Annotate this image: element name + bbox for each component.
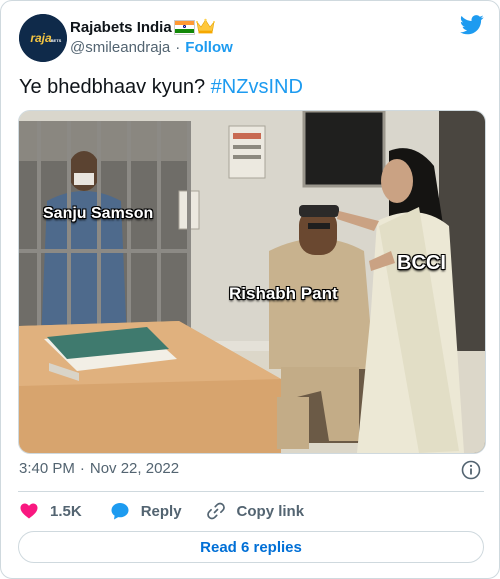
meme-photo [19,111,485,453]
reply-bubble-icon [111,503,129,520]
meme-label-right: BCCI [397,252,446,274]
action-bar: 1.5K Reply Copy link [19,498,304,524]
read-replies-button[interactable]: Read 6 replies [18,531,484,563]
like-button[interactable]: 1.5K [19,501,82,521]
avatar-logo-subtext: BETS [51,38,62,43]
handle[interactable]: @smileandraja [70,39,170,56]
heart-icon [20,503,38,519]
tweet-media-image[interactable]: Sanju Samson Rishabh Pant BCCI [18,110,486,454]
twitter-bird-icon[interactable] [460,15,484,35]
tweet-date: Nov 22, 2022 [89,460,180,477]
meme-label-left: Sanju Samson [43,205,154,222]
tweet-text: Ye bhedbhaav kyun? #NZvsIND [19,74,303,100]
reply-button[interactable]: Reply [110,501,182,521]
tweet-body: Ye bhedbhaav kyun? [19,76,211,98]
avatar-logo-text: raja [30,31,52,45]
avatar[interactable]: raja BETS [19,14,67,62]
like-count: 1.5K [50,502,82,520]
indian-flag-icon [173,19,195,35]
link-icon [206,502,225,520]
divider [18,491,484,492]
tweet-time: 3:40 PM [19,460,75,477]
follow-button[interactable]: Follow [185,39,233,56]
separator-dot: · [175,39,181,56]
timestamp-row[interactable]: 3:40 PM · Nov 22, 2022 [19,460,179,477]
display-name[interactable]: Rajabets India [70,19,172,36]
name-row: Rajabets India [70,17,215,37]
hashtag-link[interactable]: #NZvsIND [211,76,303,98]
tweet-card: raja BETS Rajabets India @smileandraja ·… [0,0,500,579]
read-replies-label: Read 6 replies [200,538,302,556]
copy-link-button[interactable]: Copy link [206,501,305,521]
meme-label-center: Rishabh Pant [229,284,338,303]
crown-icon [195,18,215,36]
handle-row: @smileandraja · Follow [70,39,233,56]
meta-separator: · [79,460,85,477]
reply-label: Reply [140,502,182,520]
copy-link-label: Copy link [236,502,305,520]
info-icon[interactable] [461,460,481,480]
